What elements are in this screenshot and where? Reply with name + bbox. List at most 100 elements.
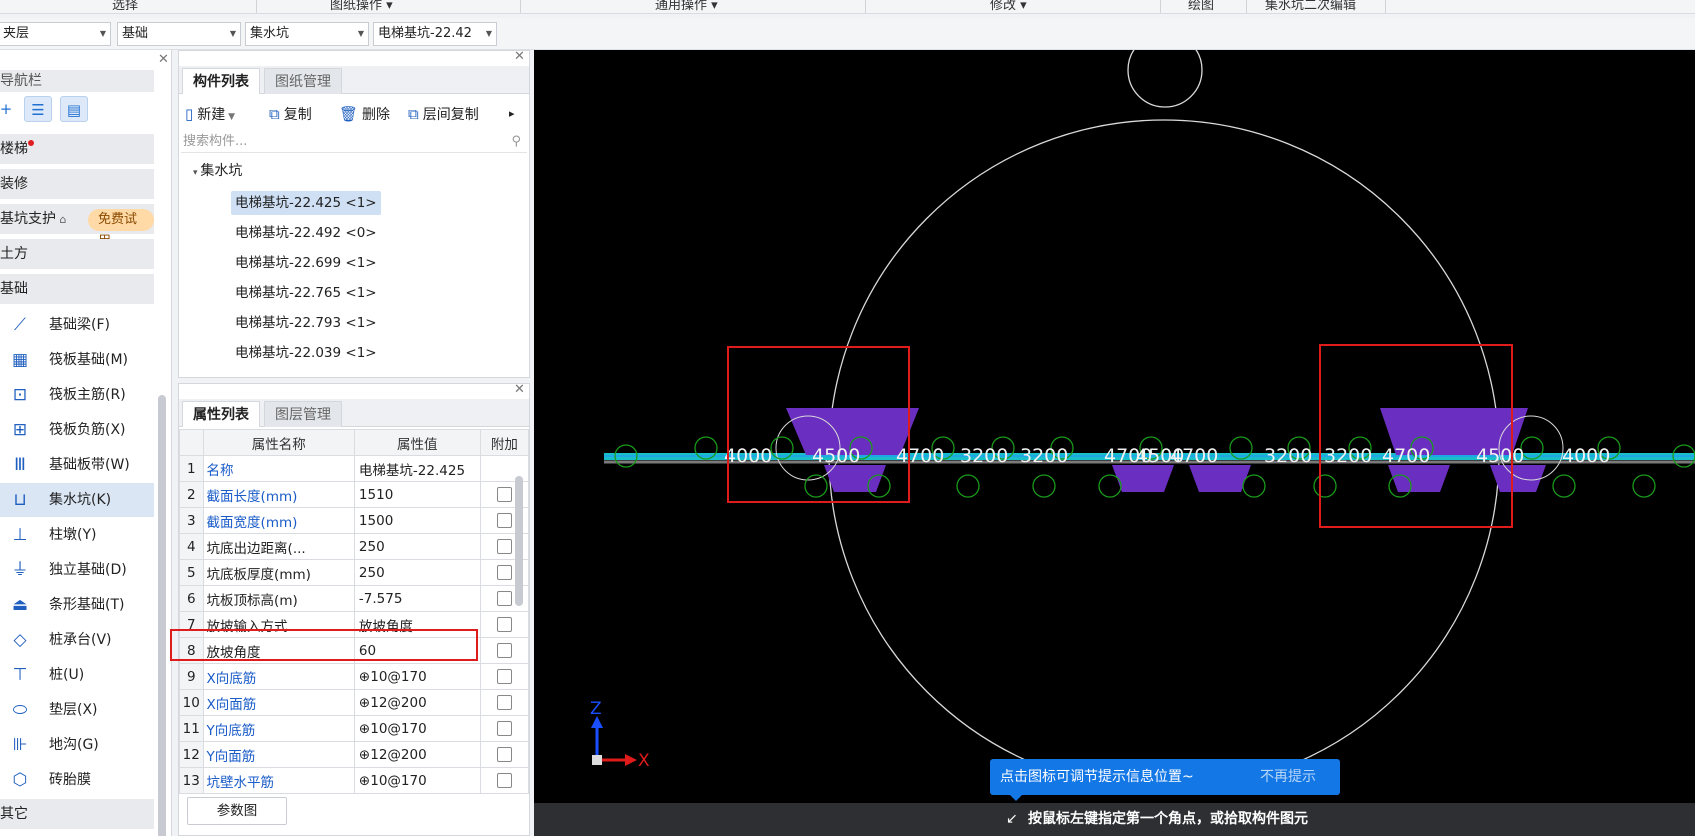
cursor-icon[interactable]: ↙ bbox=[1006, 803, 1018, 836]
property-row[interactable]: 6 坑板顶标高(m) -7.575 bbox=[179, 585, 530, 612]
close-icon[interactable]: ✕ bbox=[514, 382, 525, 397]
extra-checkbox[interactable] bbox=[496, 669, 512, 684]
nav-item-pile-cap[interactable]: ◇ 桩承台(V) bbox=[0, 623, 154, 657]
tab-drawing-management[interactable]: 图纸管理 bbox=[264, 68, 342, 94]
nav-item-column-pier[interactable]: ⊥ 柱墩(Y) bbox=[0, 518, 154, 552]
property-value[interactable]: 1510 bbox=[353, 481, 481, 508]
property-row[interactable]: 9 X向底筋 ⊕10@170 bbox=[179, 663, 530, 690]
nav-item-trench[interactable]: ⊪ 地沟(G) bbox=[0, 728, 154, 762]
property-row[interactable]: 13 坑壁水平筋 ⊕10@170 bbox=[179, 767, 530, 794]
nav-item-raft-foundation[interactable]: ▦ 筏板基础(M) bbox=[0, 343, 154, 377]
property-value[interactable]: ⊕12@200 bbox=[353, 689, 481, 716]
property-value[interactable]: ⊕10@170 bbox=[353, 767, 481, 794]
property-row[interactable]: 4 坑底出边距离(... 250 bbox=[179, 533, 530, 560]
ribbon-select[interactable]: 选择 bbox=[112, 0, 138, 13]
tree-item[interactable]: 电梯基坑-22.699 <1> bbox=[231, 251, 381, 275]
property-value[interactable]: ⊕10@170 bbox=[353, 715, 481, 742]
property-row[interactable]: 12 Y向面筋 ⊕12@200 bbox=[179, 741, 530, 768]
header-value: 属性值 bbox=[353, 429, 481, 456]
category-select[interactable]: 基础 ▼ bbox=[117, 22, 241, 46]
extra-checkbox[interactable] bbox=[496, 747, 512, 762]
dismiss-hint-button[interactable]: 不再提示 bbox=[1260, 759, 1316, 795]
more-icon[interactable]: ▸ bbox=[509, 102, 515, 126]
add-icon[interactable]: + bbox=[0, 96, 20, 122]
nav-item-label: 基础梁(F) bbox=[49, 317, 110, 333]
nav-item-strip-footing[interactable]: ⏏ 条形基础(T) bbox=[0, 588, 154, 622]
tree-item[interactable]: 电梯基坑-22.765 <1> bbox=[231, 281, 381, 305]
nav-item-raft-negative-rebar[interactable]: ⊞ 筏板负筋(X) bbox=[0, 413, 154, 447]
property-value[interactable]: 250 bbox=[353, 559, 481, 586]
hint-tooltip[interactable]: 点击图标可调节提示信息位置~ 不再提示 bbox=[990, 759, 1340, 801]
tab-layer-management[interactable]: 图层管理 bbox=[264, 401, 342, 427]
extra-checkbox[interactable] bbox=[496, 591, 512, 606]
tree-item[interactable]: 电梯基坑-22.425 <1> bbox=[231, 191, 381, 215]
property-value[interactable]: ⊕10@170 bbox=[353, 663, 481, 690]
property-row[interactable]: 3 截面宽度(mm) 1500 bbox=[179, 507, 530, 534]
nav-item-raft-main-rebar[interactable]: ⊡ 筏板主筋(R) bbox=[0, 378, 154, 412]
nav-category-earthwork[interactable]: 土方 bbox=[0, 239, 154, 269]
property-row[interactable]: 5 坑底板厚度(mm) 250 bbox=[179, 559, 530, 586]
close-icon[interactable]: ✕ bbox=[514, 49, 525, 64]
extra-checkbox[interactable] bbox=[496, 643, 512, 658]
extra-checkbox[interactable] bbox=[496, 539, 512, 554]
ribbon-separator bbox=[1160, 0, 1161, 13]
floor-select[interactable]: 夹层 ▼ bbox=[0, 22, 111, 46]
extra-checkbox[interactable] bbox=[496, 617, 512, 632]
extra-checkbox[interactable] bbox=[496, 773, 512, 788]
component-select[interactable]: 电梯基坑-22.42 ▼ bbox=[373, 22, 497, 46]
nav-item-foundation-beam[interactable]: ⟋ 基础梁(F) bbox=[0, 308, 154, 342]
tree-item[interactable]: 电梯基坑-22.039 <1> bbox=[231, 341, 381, 365]
nav-item-brick-mold[interactable]: ⬡ 砖胎膜 bbox=[0, 763, 154, 797]
tree-root[interactable]: ▾ 集水坑 bbox=[193, 161, 242, 183]
nav-item-sump-pit[interactable]: ⊔ 集水坑(K) bbox=[0, 483, 154, 517]
ribbon-common-ops[interactable]: 通用操作 ▾ bbox=[655, 0, 718, 13]
property-value[interactable]: 1500 bbox=[353, 507, 481, 534]
nav-category-foundation[interactable]: 基础 bbox=[0, 274, 154, 304]
tab-property-list[interactable]: 属性列表 bbox=[182, 401, 260, 427]
property-row[interactable]: 10 X向面筋 ⊕12@200 bbox=[179, 689, 530, 716]
nav-category-pit-support[interactable]: 基坑支护 ⌂ 免费试用 bbox=[0, 204, 154, 249]
property-scrollbar[interactable] bbox=[515, 476, 523, 606]
type-select[interactable]: 集水坑 ▼ bbox=[245, 22, 369, 46]
property-value[interactable]: ⊕12@200 bbox=[353, 741, 481, 768]
property-row[interactable]: 2 截面长度(mm) 1510 bbox=[179, 481, 530, 508]
search-icon[interactable]: ⚲ bbox=[511, 131, 521, 153]
copy-button[interactable]: ⧉ 复制 bbox=[269, 102, 312, 126]
ribbon-pit-edit[interactable]: 集水坑二次编辑 bbox=[1265, 0, 1356, 13]
ribbon-modify[interactable]: 修改 ▾ bbox=[990, 0, 1027, 13]
new-button[interactable]: ▯ 新建 ▼ bbox=[185, 102, 235, 126]
delete-button[interactable]: 🗑 删除 bbox=[339, 102, 390, 126]
list-view-icon[interactable]: ☰ bbox=[24, 96, 52, 122]
extra-checkbox[interactable] bbox=[496, 565, 512, 580]
nav-item-foundation-strip[interactable]: Ⅲ 基础板带(W) bbox=[0, 448, 154, 482]
nav-item-isolated-footing[interactable]: ⏚ 独立基础(D) bbox=[0, 553, 154, 587]
ribbon-draw[interactable]: 绘图 bbox=[1188, 0, 1214, 13]
close-icon[interactable]: ✕ bbox=[158, 52, 169, 67]
search-input[interactable]: 搜索构件... ⚲ bbox=[181, 131, 527, 153]
ribbon-drawing-ops[interactable]: 图纸操作 ▾ bbox=[330, 0, 393, 13]
param-diagram-button[interactable]: 参数图 bbox=[187, 797, 287, 825]
tree-item[interactable]: 电梯基坑-22.793 <1> bbox=[231, 311, 381, 335]
extra-checkbox[interactable] bbox=[496, 721, 512, 736]
property-value[interactable]: 电梯基坑-22.425 bbox=[353, 455, 481, 482]
nav-category-decoration[interactable]: 装修 bbox=[0, 169, 154, 199]
drawing-canvas[interactable]: 4000 4500 4700 3200 3200 4700 4500 4700 … bbox=[534, 50, 1695, 836]
property-row[interactable]: 11 Y向底筋 ⊕10@170 bbox=[179, 715, 530, 742]
nav-item-pile[interactable]: ⊤ 桩(U) bbox=[0, 658, 154, 692]
nav-item-cushion[interactable]: ⬭ 垫层(X) bbox=[0, 693, 154, 727]
extra-checkbox[interactable] bbox=[496, 487, 512, 502]
tab-component-list[interactable]: 构件列表 bbox=[182, 68, 260, 94]
property-value[interactable]: -7.575 bbox=[353, 585, 481, 612]
extra-checkbox[interactable] bbox=[496, 695, 512, 710]
floor-copy-button[interactable]: ⧉ 层间复制 bbox=[408, 102, 479, 126]
free-trial-badge[interactable]: 免费试用 bbox=[88, 209, 154, 249]
cad-drawing[interactable]: 4000 4500 4700 3200 3200 4700 4500 4700 … bbox=[534, 50, 1695, 803]
property-row[interactable]: 1 名称 电梯基坑-22.425 bbox=[179, 455, 530, 482]
nav-category-stairs[interactable]: 楼梯 bbox=[0, 134, 154, 164]
nav-scrollbar[interactable] bbox=[158, 395, 166, 836]
tree-item[interactable]: 电梯基坑-22.492 <0> bbox=[231, 221, 381, 245]
detail-view-icon[interactable]: ▤ bbox=[60, 96, 88, 122]
property-value[interactable]: 250 bbox=[353, 533, 481, 560]
extra-checkbox[interactable] bbox=[496, 513, 512, 528]
nav-category-other[interactable]: 其它 bbox=[0, 799, 154, 829]
